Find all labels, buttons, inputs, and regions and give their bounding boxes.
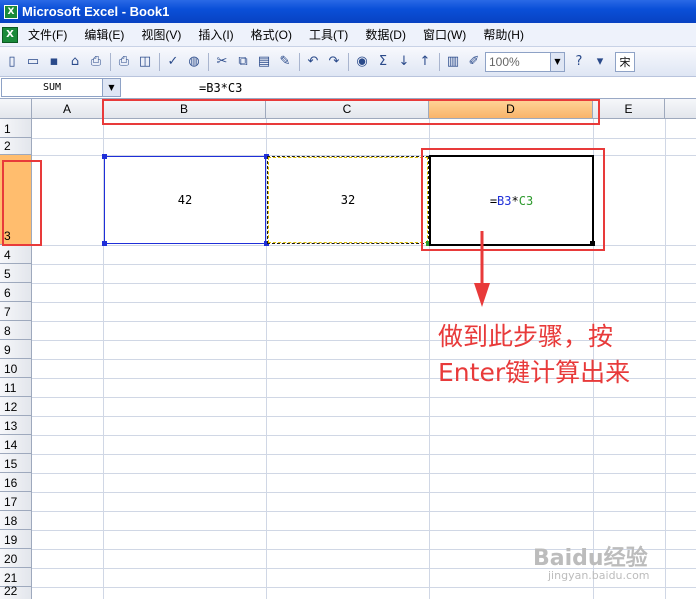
excel-window: X Microsoft Excel - Book1 X 文件(F) 编辑(E) … [0,0,696,599]
toolbar-divider [299,52,300,71]
menu-window[interactable]: 窗口(W) [423,26,466,43]
row-header-4[interactable]: 4 [0,245,32,264]
gridline [32,138,696,139]
highlight-row-header [2,160,42,246]
cell-b3[interactable]: 42 [104,156,266,244]
copy-icon[interactable]: ⧉ [233,52,253,72]
drawing-icon[interactable]: ✐ [464,52,484,72]
research-icon[interactable]: ◍ [184,52,204,72]
print-preview-icon[interactable]: ⎙ [114,52,134,72]
gridline [32,511,696,512]
gridline [32,264,696,265]
gridline [32,302,696,303]
annotation-line-2: Enter键计算出来 [438,358,631,387]
title-bar: X Microsoft Excel - Book1 [0,0,696,23]
excel-app-icon: X [4,4,18,19]
row-header-12[interactable]: 12 [0,397,32,416]
menu-file[interactable]: 文件(F) [28,26,67,43]
chevron-down-icon[interactable]: ▼ [103,78,121,97]
column-header-a[interactable]: A [32,99,103,119]
autosum-icon[interactable]: Σ [373,52,393,72]
standard-toolbar: ▯ ▭ ▪ ⌂ ⎙ ⎙ ◫ ✓ ◍ ✂ ⧉ ▤ ✎ ↶ ↷ ◉ Σ ↓ ↑ ▥ … [0,47,696,77]
sort-descending-icon[interactable]: ↑ [415,52,435,72]
row-header-8[interactable]: 8 [0,321,32,340]
print-icon[interactable]: ⎙ [86,52,106,72]
column-header-e[interactable]: E [593,99,665,119]
row-header-11[interactable]: 11 [0,378,32,397]
zoom-select[interactable]: 100% [485,51,551,72]
gridline [32,283,696,284]
menu-bar: X 文件(F) 编辑(E) 视图(V) 插入(I) 格式(O) 工具(T) 数据… [0,23,696,47]
row-header-15[interactable]: 15 [0,454,32,473]
formula-input[interactable]: =B3*C3 [199,81,242,95]
select-all-corner[interactable] [0,99,32,119]
spelling-icon[interactable]: ✓ [163,52,183,72]
toolbar-divider [159,52,160,71]
gridline [32,473,696,474]
row-header-6[interactable]: 6 [0,283,32,302]
row-header-16[interactable]: 16 [0,473,32,492]
gridline [32,397,696,398]
redo-icon[interactable]: ↷ [324,52,344,72]
highlight-result-cell [421,148,605,251]
chevron-down-icon[interactable]: ▼ [551,51,565,72]
cut-icon[interactable]: ✂ [212,52,232,72]
help-icon[interactable]: ? [569,52,589,72]
row-header-17[interactable]: 17 [0,492,32,511]
gridline [32,492,696,493]
row-header-1[interactable]: 1 [0,119,32,138]
highlight-column-headers [102,99,600,125]
row-header-10[interactable]: 10 [0,359,32,378]
document-icon[interactable]: X [2,26,18,43]
font-select[interactable]: 宋 [615,51,635,72]
toolbar-divider [208,52,209,71]
row-header-2[interactable]: 2 [0,138,32,155]
menu-help[interactable]: 帮助(H) [483,26,524,43]
toolbar-options-icon[interactable]: ▾ [590,52,610,72]
toolbar-divider [348,52,349,71]
row-header-7[interactable]: 7 [0,302,32,321]
format-painter-icon[interactable]: ✎ [275,52,295,72]
gridline [32,530,696,531]
gridline [32,416,696,417]
row-header-9[interactable]: 9 [0,340,32,359]
permission-icon[interactable]: ⌂ [65,52,85,72]
menu-view[interactable]: 视图(V) [141,26,181,43]
save-icon[interactable]: ▪ [44,52,64,72]
paste-icon[interactable]: ▤ [254,52,274,72]
row-header-19[interactable]: 19 [0,530,32,549]
toolbar-divider [439,52,440,71]
row-header-22[interactable]: 22 [0,584,32,599]
menu-data[interactable]: 数据(D) [365,26,406,43]
gridline [32,435,696,436]
cell-c3[interactable]: 32 [267,156,429,244]
watermark-url: jingyan.baidu.com [548,569,650,582]
gridline [32,587,696,588]
menu-format[interactable]: 格式(O) [251,26,292,43]
menu-edit[interactable]: 编辑(E) [84,26,124,43]
column-header-f-partial[interactable] [665,99,696,119]
open-icon[interactable]: ▭ [23,52,43,72]
chart-wizard-icon[interactable]: ▥ [443,52,463,72]
row-header-18[interactable]: 18 [0,511,32,530]
toolbar-divider [110,52,111,71]
undo-icon[interactable]: ↶ [303,52,323,72]
arrow-down-icon [474,231,490,307]
name-box[interactable]: SUM [1,78,103,97]
row-header-20[interactable]: 20 [0,549,32,568]
row-header-14[interactable]: 14 [0,435,32,454]
menu-tools[interactable]: 工具(T) [309,26,348,43]
sort-ascending-icon[interactable]: ↓ [394,52,414,72]
menu-insert[interactable]: 插入(I) [198,26,233,43]
preview-icon[interactable]: ◫ [135,52,155,72]
formula-bar: SUM ▼ =B3*C3 [0,77,696,99]
hyperlink-icon[interactable]: ◉ [352,52,372,72]
watermark-logo: Baidu经验 [533,546,648,571]
row-header-13[interactable]: 13 [0,416,32,435]
annotation-line-1: 做到此步骤，按 [438,322,614,351]
window-title: Microsoft Excel - Book1 [22,4,170,19]
row-header-5[interactable]: 5 [0,264,32,283]
new-icon[interactable]: ▯ [2,52,22,72]
gridline [32,454,696,455]
